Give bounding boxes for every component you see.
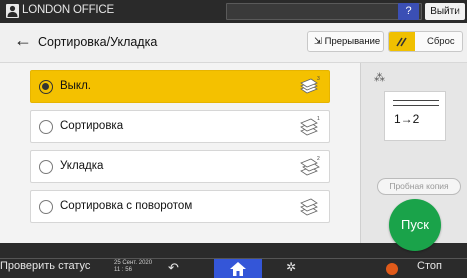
home-button[interactable] [214,259,262,278]
preview-text: 1→2 [394,112,420,126]
gear-icon[interactable]: ✲ [286,260,296,274]
home-icon [230,262,246,276]
energy-saver-icon[interactable]: ☾ [455,3,466,17]
office-name: LONDON OFFICE [22,4,114,16]
option-off[interactable]: Выкл. 3 [30,70,330,103]
option-label: Укладка [60,160,104,172]
check-status-button[interactable]: Проверить статус [0,260,90,272]
interrupt-button[interactable]: ⇲ Прерывание [307,31,384,52]
copy-mode-preview[interactable]: 1→2 [384,91,446,141]
svg-text:1: 1 [317,116,320,122]
toner-icon: ⁂ [374,72,385,84]
back-icon[interactable]: ↶ [168,260,179,276]
option-label: Сортировка с поворотом [60,200,193,212]
option-label: Выкл. [60,80,92,92]
options-panel: Выкл. 3 Сортировка 1 Укладка 2 Сортировк… [0,63,360,243]
svg-text:3: 3 [317,76,320,82]
bottom-bar: Проверить статус 25 Сент. 2020 11 : 56 ↶… [0,258,467,278]
radio-selected-icon [39,80,53,94]
stack-icon: 3 [300,76,320,94]
option-label: Сортировка [60,120,124,132]
preview-rule [393,100,439,101]
option-sort[interactable]: Сортировка 1 [30,110,330,143]
help-button[interactable]: ? [398,3,419,20]
rotate-stack-icon [300,198,318,216]
interrupt-label: Прерывание [324,36,381,47]
option-rotate-sort[interactable]: Сортировка с поворотом [30,190,330,223]
datetime: 25 Сент. 2020 11 : 56 [114,260,152,274]
radio-icon [39,200,53,214]
reset-button[interactable]: Сброс [388,31,463,52]
top-bar: LONDON OFFICE ⌟ ? Выйти ☾ [0,0,467,23]
trial-copy-button[interactable]: Пробная копия [377,178,461,195]
stop-icon[interactable] [386,263,398,275]
user-icon[interactable] [6,4,19,18]
svg-text:2: 2 [317,156,320,162]
right-panel: ⁂ 1→2 Пробная копия Пуск [360,63,467,251]
reset-label: Сброс [427,36,455,47]
system-message-field[interactable]: ⌟ [226,3,422,20]
radio-icon [39,160,53,174]
time-text: 11 : 56 [114,267,132,273]
reset-icon [389,32,415,51]
sort-stack-icon: 1 [300,116,320,136]
radio-icon [39,120,53,134]
screen-header: ← Сортировка/Укладка ⇲ Прерывание Сброс [0,23,467,63]
preview-rule [393,105,439,106]
date-text: 25 Сент. 2020 [114,260,153,266]
stop-button[interactable]: Стоп [417,260,442,272]
start-button[interactable]: Пуск [389,199,441,251]
stack-offset-icon: 2 [300,156,320,176]
interrupt-icon: ⇲ [314,36,322,47]
option-stack[interactable]: Укладка 2 [30,150,330,183]
page-title: Сортировка/Укладка [38,35,158,49]
back-arrow-icon[interactable]: ← [14,30,32,51]
